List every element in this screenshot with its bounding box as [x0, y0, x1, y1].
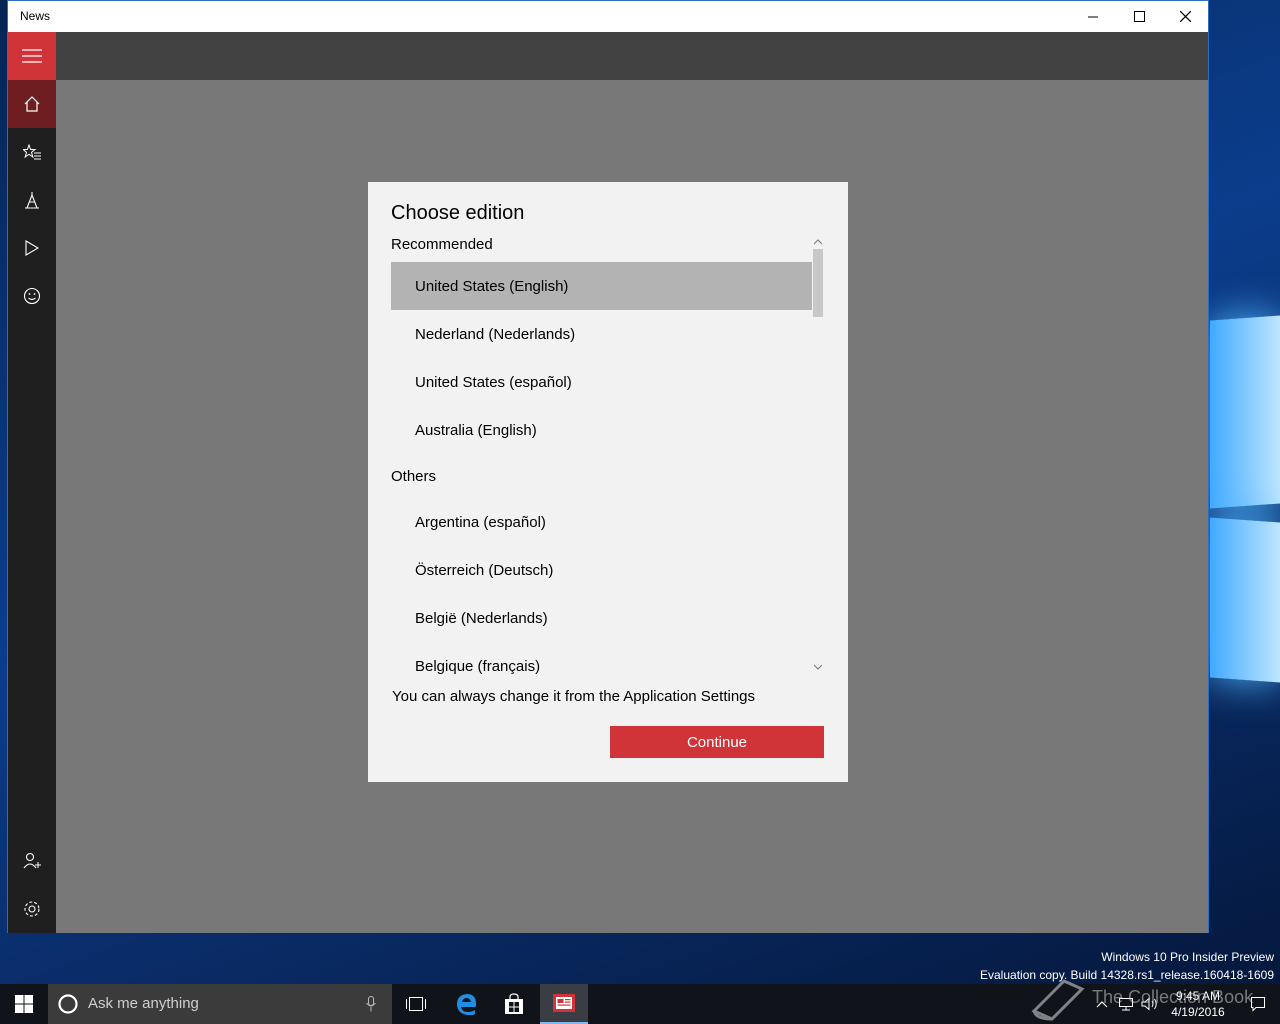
minimize-icon [1088, 16, 1098, 17]
continue-button[interactable]: Continue [610, 726, 824, 758]
edge-icon [457, 994, 476, 1015]
minimize-button[interactable] [1070, 1, 1116, 32]
group-header-recommended: Recommended [391, 236, 493, 253]
hamburger-menu-button[interactable] [8, 32, 56, 80]
nav-local-button[interactable] [8, 176, 56, 224]
edition-item-argentina[interactable]: Argentina (español) [391, 498, 812, 546]
book-logo-icon [1031, 979, 1085, 1021]
nav-settings-button[interactable] [8, 885, 56, 933]
navigation-rail [8, 32, 56, 933]
edition-item-nederland[interactable]: Nederland (Nederlands) [391, 310, 812, 358]
news-taskbar-button[interactable] [540, 984, 588, 1024]
windows-start-icon [15, 995, 33, 1013]
choose-edition-dialog: Choose edition Recommended United States… [368, 182, 848, 782]
star-list-icon [23, 144, 41, 160]
edition-item-label: Australia (English) [415, 421, 537, 439]
local-landmark-icon [25, 192, 39, 209]
watermark: The Collection Book [1030, 975, 1270, 1023]
smiley-icon [23, 287, 41, 305]
task-view-button[interactable] [392, 984, 440, 1024]
search-placeholder: Ask me anything [88, 995, 199, 1012]
start-button[interactable] [0, 984, 48, 1024]
nav-home-button[interactable] [8, 80, 56, 128]
title-bar: News [8, 1, 1208, 32]
nav-account-button[interactable] [8, 837, 56, 885]
edition-item-label: Belgique (français) [415, 657, 541, 675]
edition-item-label: United States (español) [415, 373, 572, 391]
window-title: News [20, 9, 51, 23]
maximize-button[interactable] [1116, 1, 1162, 32]
dialog-title: Choose edition [391, 202, 525, 224]
store-icon [505, 993, 523, 1014]
edition-item-label: Österreich (Deutsch) [415, 561, 554, 579]
maximize-icon [1133, 11, 1145, 22]
microphone-icon[interactable] [366, 996, 376, 1012]
os-edition-text: Windows 10 Pro Insider Preview [1101, 950, 1274, 964]
edition-item-label: Argentina (español) [415, 513, 546, 531]
gear-icon [24, 901, 40, 917]
scroll-down-arrow[interactable] [812, 662, 824, 672]
edge-browser-button[interactable] [442, 984, 490, 1024]
edition-item-belgie[interactable]: België (Nederlands) [391, 594, 812, 642]
nav-video-button[interactable] [8, 224, 56, 272]
nav-interests-button[interactable] [8, 128, 56, 176]
edition-item-label: België (Nederlands) [415, 609, 548, 627]
edition-item-label: Nederland (Nederlands) [415, 325, 576, 343]
chevron-down-icon [813, 664, 823, 670]
edition-item-label: United States (English) [415, 277, 569, 295]
store-button[interactable] [490, 984, 538, 1024]
close-button[interactable] [1162, 1, 1208, 32]
watermark-text: The Collection Book [1092, 987, 1254, 1007]
search-input[interactable]: Ask me anything [48, 984, 392, 1024]
home-icon [24, 96, 40, 112]
edition-item-belgique[interactable]: Belgique (français) [391, 642, 812, 690]
chevron-up-icon [813, 239, 823, 245]
play-icon [25, 240, 39, 256]
group-header-others: Others [391, 468, 437, 485]
settings-hint-text: You can always change it from the Applic… [392, 688, 756, 705]
add-user-icon [23, 852, 41, 869]
news-app-icon [553, 994, 575, 1012]
edition-item-australia[interactable]: Australia (English) [391, 406, 812, 454]
hamburger-icon [22, 49, 42, 63]
close-icon [1179, 11, 1191, 22]
nav-feedback-button[interactable] [8, 272, 56, 320]
scroll-up-arrow[interactable] [812, 237, 824, 247]
task-view-icon [406, 997, 426, 1011]
edition-item-united-states-english[interactable]: United States (English) [391, 262, 812, 310]
cortana-icon [58, 994, 78, 1014]
list-scrollbar-thumb[interactable] [813, 249, 823, 317]
edition-item-osterreich[interactable]: Österreich (Deutsch) [391, 546, 812, 594]
edition-item-united-states-espanol[interactable]: United States (español) [391, 358, 812, 406]
windows-logo [1206, 300, 1280, 700]
